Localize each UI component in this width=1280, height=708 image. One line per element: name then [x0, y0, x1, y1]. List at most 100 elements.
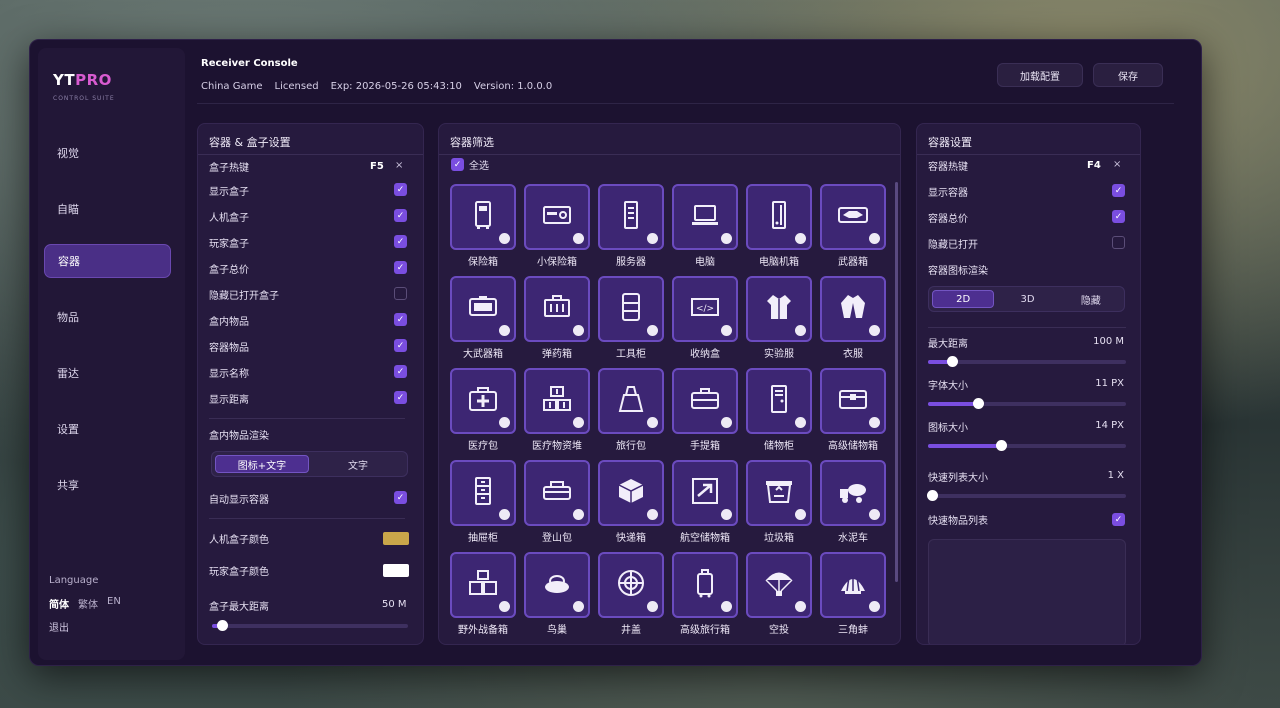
filter-tile[interactable]	[746, 184, 812, 250]
toggle-checkbox[interactable]: ✓	[1112, 210, 1125, 223]
toggle-checkbox[interactable]	[394, 287, 407, 300]
container-hotkey-clear-icon[interactable]: ×	[1113, 159, 1121, 170]
container-filter-item[interactable]: 高级储物箱	[820, 368, 887, 456]
logout-button[interactable]: 退出	[49, 619, 69, 634]
filter-tile[interactable]	[524, 460, 590, 526]
container-filter-item[interactable]: 大武器箱	[450, 276, 517, 364]
toggle-checkbox[interactable]	[1112, 236, 1125, 249]
selection-indicator[interactable]	[647, 417, 658, 428]
quick-item-list[interactable]	[928, 539, 1126, 644]
container-filter-item[interactable]: 三角蚌	[820, 552, 887, 640]
filter-tile[interactable]	[672, 368, 738, 434]
selection-indicator[interactable]	[869, 601, 880, 612]
sidebar-item-2[interactable]: 容器	[44, 244, 171, 278]
filter-tile[interactable]	[598, 184, 664, 250]
filter-tile[interactable]	[598, 368, 664, 434]
container-filter-item[interactable]: 登山包	[524, 460, 591, 548]
selection-indicator[interactable]	[573, 233, 584, 244]
selection-indicator[interactable]	[499, 325, 510, 336]
filter-scrollbar[interactable]	[895, 182, 898, 582]
container-filter-item[interactable]: </> 收纳盒	[672, 276, 739, 364]
filter-tile[interactable]: </>	[672, 276, 738, 342]
container-filter-item[interactable]: 医疗物资堆	[524, 368, 591, 456]
container-filter-item[interactable]: 旅行包	[598, 368, 665, 456]
container-filter-item[interactable]: 快递箱	[598, 460, 665, 548]
container-filter-item[interactable]: 手提箱	[672, 368, 739, 456]
filter-tile[interactable]	[746, 276, 812, 342]
selection-indicator[interactable]	[647, 601, 658, 612]
sidebar-item-3[interactable]: 物品	[44, 300, 171, 334]
selection-indicator[interactable]	[795, 509, 806, 520]
filter-tile[interactable]	[672, 552, 738, 618]
filter-tile[interactable]	[746, 552, 812, 618]
container-filter-item[interactable]: 电脑机箱	[746, 184, 813, 272]
filter-tile[interactable]	[598, 276, 664, 342]
filter-tile[interactable]	[820, 368, 886, 434]
container-filter-item[interactable]: 井盖	[598, 552, 665, 640]
container-filter-item[interactable]: 实验服	[746, 276, 813, 364]
selection-indicator[interactable]	[721, 325, 732, 336]
selection-indicator[interactable]	[499, 601, 510, 612]
slider-knob[interactable]	[972, 398, 984, 409]
container-filter-item[interactable]: 服务器	[598, 184, 665, 272]
filter-tile[interactable]	[524, 276, 590, 342]
sidebar-item-4[interactable]: 雷达	[44, 356, 171, 390]
container-filter-item[interactable]: 抽屉柜	[450, 460, 517, 548]
render-option-icon-text[interactable]: 图标+文字	[215, 455, 309, 473]
selection-indicator[interactable]	[647, 233, 658, 244]
container-filter-item[interactable]: 弹药箱	[524, 276, 591, 364]
sidebar-item-0[interactable]: 视觉	[44, 136, 171, 170]
selection-indicator[interactable]	[795, 233, 806, 244]
container-filter-item[interactable]: 医疗包	[450, 368, 517, 456]
filter-tile[interactable]	[820, 460, 886, 526]
slider-knob[interactable]	[216, 620, 228, 631]
toggle-checkbox[interactable]: ✓	[394, 209, 407, 222]
ai-color-swatch[interactable]	[383, 532, 409, 545]
selection-indicator[interactable]	[647, 325, 658, 336]
slider-knob[interactable]	[926, 490, 938, 501]
box-hotkey-clear-icon[interactable]: ×	[395, 160, 403, 171]
language-option-en[interactable]: EN	[107, 596, 121, 611]
container-filter-item[interactable]: 电脑	[672, 184, 739, 272]
toggle-checkbox[interactable]: ✓	[394, 235, 407, 248]
container-filter-item[interactable]: 空投	[746, 552, 813, 640]
language-option-zh-hans[interactable]: 简体	[49, 596, 69, 611]
setting-slider[interactable]	[928, 440, 1126, 451]
toggle-checkbox[interactable]: ✓	[1112, 184, 1125, 197]
selection-indicator[interactable]	[573, 509, 584, 520]
sidebar-item-5[interactable]: 设置	[44, 412, 171, 446]
container-filter-item[interactable]: 保险箱	[450, 184, 517, 272]
language-option-zh-hant[interactable]: 繁体	[78, 596, 98, 611]
setting-slider[interactable]	[928, 398, 1126, 409]
filter-tile[interactable]	[450, 184, 516, 250]
selection-indicator[interactable]	[499, 417, 510, 428]
container-filter-item[interactable]: 小保险箱	[524, 184, 591, 272]
filter-tile[interactable]	[524, 552, 590, 618]
selection-indicator[interactable]	[869, 325, 880, 336]
container-hotkey-value[interactable]: F4	[1087, 160, 1101, 171]
filter-tile[interactable]	[746, 460, 812, 526]
selection-indicator[interactable]	[573, 601, 584, 612]
toggle-checkbox[interactable]: ✓	[394, 261, 407, 274]
filter-tile[interactable]	[746, 368, 812, 434]
selection-indicator[interactable]	[795, 601, 806, 612]
sidebar-item-1[interactable]: 自瞄	[44, 192, 171, 226]
filter-tile[interactable]	[524, 184, 590, 250]
toggle-checkbox[interactable]: ✓	[394, 365, 407, 378]
setting-slider[interactable]	[926, 490, 1126, 501]
selection-indicator[interactable]	[721, 601, 732, 612]
box-hotkey-value[interactable]: F5	[370, 161, 384, 172]
filter-tile[interactable]	[820, 552, 886, 618]
render-option-hide[interactable]: 隐藏	[1061, 290, 1121, 308]
save-button[interactable]: 保存	[1093, 63, 1163, 87]
selection-indicator[interactable]	[795, 417, 806, 428]
filter-tile[interactable]	[820, 276, 886, 342]
slider-knob[interactable]	[996, 440, 1008, 451]
filter-tile[interactable]	[450, 552, 516, 618]
container-filter-item[interactable]: 衣服	[820, 276, 887, 364]
container-filter-item[interactable]: 航空储物箱	[672, 460, 739, 548]
selection-indicator[interactable]	[499, 509, 510, 520]
container-filter-item[interactable]: 高级旅行箱	[672, 552, 739, 640]
filter-tile[interactable]	[672, 460, 738, 526]
setting-slider[interactable]	[928, 356, 1126, 367]
